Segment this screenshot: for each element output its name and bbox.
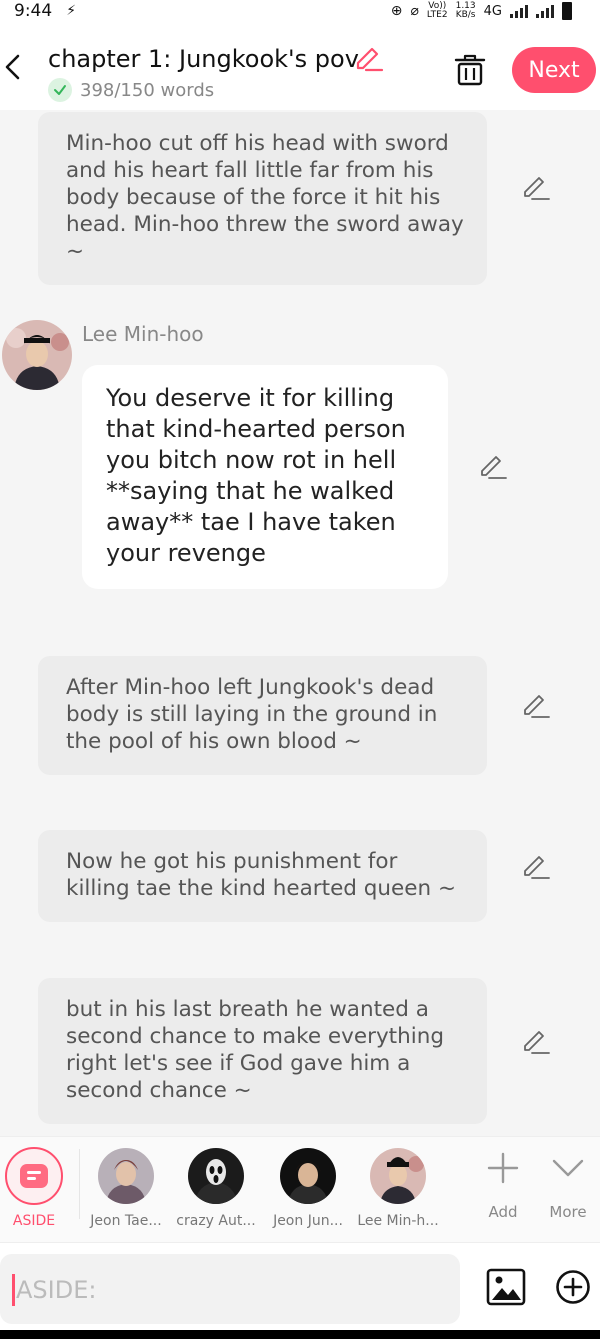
dialogue-text: You deserve it for killing that kind-hea… xyxy=(106,384,406,567)
narration-text: Min-hoo cut off his head with sword and … xyxy=(66,131,464,264)
edit-icon[interactable] xyxy=(522,174,550,202)
aside-icon xyxy=(20,1164,48,1188)
plus-circle-icon[interactable] xyxy=(555,1269,591,1305)
avatar[interactable] xyxy=(2,320,72,390)
text-cursor xyxy=(12,1274,15,1306)
lte-indicator: Vo)) LTE2 xyxy=(426,1,448,20)
signal-icon-2 xyxy=(536,4,554,18)
word-count: 398/150 words xyxy=(80,79,215,101)
speaker-name: Lee Min-hoo xyxy=(82,322,204,346)
character-avatar-jeon-tae[interactable] xyxy=(98,1148,154,1204)
narration-block[interactable]: but in his last breath he wanted a secon… xyxy=(38,978,487,1124)
character-label: Jeon Jun... xyxy=(273,1213,343,1229)
status-bar: 9:44 ⚡ ⊕ ⌀ Vo)) LTE2 1.13 KB/s 4G xyxy=(0,0,600,22)
edit-icon[interactable] xyxy=(479,453,507,481)
page-title: chapter 1: Jungkook's pov xyxy=(48,45,359,73)
check-icon xyxy=(48,78,72,102)
text-input[interactable]: ASIDE: xyxy=(0,1254,460,1324)
narration-block[interactable]: After Min-hoo left Jungkook's dead body … xyxy=(38,656,487,775)
edit-icon[interactable] xyxy=(522,692,550,720)
character-avatar-jeon-jun[interactable] xyxy=(280,1148,336,1204)
narration-text: but in his last breath he wanted a secon… xyxy=(66,997,444,1103)
edit-icon[interactable] xyxy=(522,853,550,881)
character-label: Lee Min-h... xyxy=(357,1213,439,1229)
mute-icon: ⌀ xyxy=(410,3,419,19)
character-bar: ASIDE Jeon Tae... crazy Aut... Jeon Jun.… xyxy=(0,1136,600,1242)
narration-block[interactable]: Now he got his punishment for killing ta… xyxy=(38,830,487,922)
character-avatar-crazy-aut[interactable] xyxy=(188,1148,244,1204)
input-placeholder: ASIDE: xyxy=(16,1276,97,1304)
flash-icon: ⚡ xyxy=(66,3,77,19)
add-label[interactable]: Add xyxy=(473,1203,533,1221)
story-content[interactable]: Min-hoo cut off his head with sword and … xyxy=(0,110,600,1136)
signal-icon xyxy=(510,4,528,18)
character-avatar-lee-min-hoo[interactable] xyxy=(370,1148,426,1204)
composer: ASIDE: xyxy=(0,1242,600,1330)
network-type: 4G xyxy=(483,3,502,19)
battery-icon xyxy=(562,2,572,20)
system-nav-bar xyxy=(0,1330,600,1339)
alarm-icon: ⊕ xyxy=(390,3,403,19)
edit-title-icon[interactable] xyxy=(354,46,384,74)
narration-block[interactable]: Min-hoo cut off his head with sword and … xyxy=(38,112,487,285)
edit-icon[interactable] xyxy=(522,1028,550,1056)
divider xyxy=(79,1149,80,1219)
dialogue-bubble[interactable]: You deserve it for killing that kind-hea… xyxy=(82,365,448,589)
image-icon[interactable] xyxy=(485,1267,527,1307)
character-label: crazy Aut... xyxy=(176,1213,256,1229)
header: chapter 1: Jungkook's pov 398/150 words … xyxy=(0,22,600,110)
trash-icon[interactable] xyxy=(452,52,488,88)
chevron-down-icon[interactable] xyxy=(551,1155,585,1181)
narration-text: After Min-hoo left Jungkook's dead body … xyxy=(66,675,438,754)
aside-character[interactable] xyxy=(5,1147,63,1205)
status-time: 9:44 xyxy=(14,1,53,21)
character-label-aside: ASIDE xyxy=(12,1213,56,1229)
word-count-row: 398/150 words xyxy=(48,78,214,102)
more-label[interactable]: More xyxy=(538,1203,598,1221)
add-character-icon[interactable] xyxy=(486,1151,520,1185)
back-icon[interactable] xyxy=(2,52,24,82)
next-button[interactable]: Next xyxy=(512,47,596,93)
speed-indicator: 1.13 KB/s xyxy=(455,1,476,20)
narration-text: Now he got his punishment for killing ta… xyxy=(66,849,456,901)
character-label: Jeon Tae... xyxy=(90,1213,162,1229)
